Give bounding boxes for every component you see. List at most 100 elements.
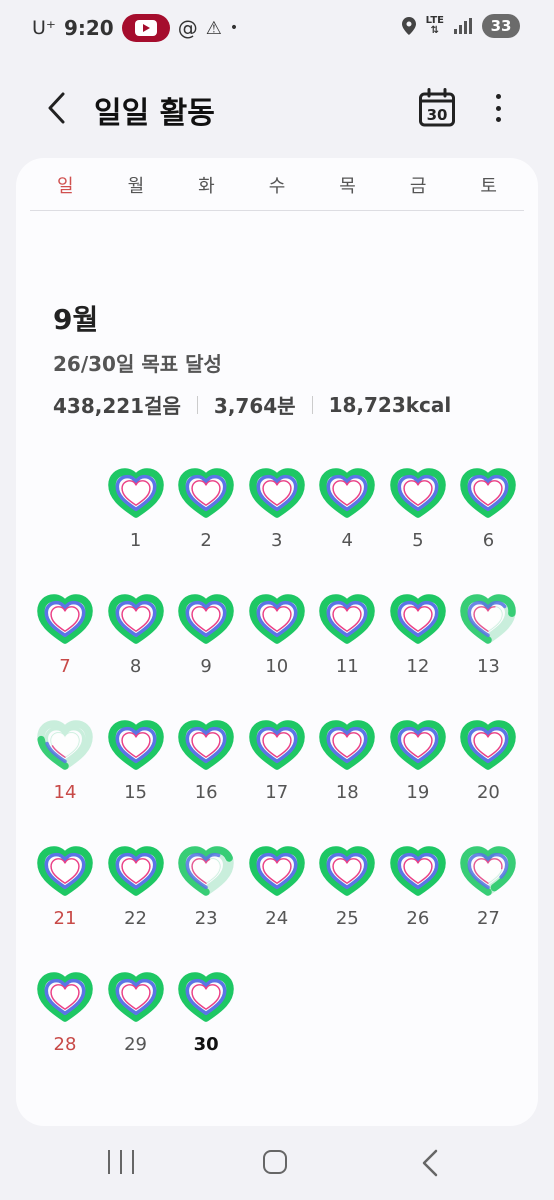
calendar-day-17[interactable]: 17 [242, 710, 312, 836]
calendar-day-21[interactable]: 21 [30, 836, 100, 962]
activity-heart-icon [178, 720, 234, 770]
activity-heart-icon [37, 846, 93, 896]
calendar-day-7[interactable]: 7 [30, 584, 100, 710]
weekday-tue: 화 [198, 176, 215, 197]
stat-divider [311, 395, 313, 414]
calendar-day-22[interactable]: 22 [101, 836, 171, 962]
calendar-day-18[interactable]: 18 [312, 710, 382, 836]
battery-indicator: 33 [482, 14, 520, 38]
recents-button[interactable] [108, 1150, 134, 1174]
activity-heart-icon [319, 846, 376, 896]
calendar-day-6[interactable]: 6 [453, 458, 523, 584]
month-title: 9월 [53, 303, 99, 336]
day-number: 16 [194, 782, 218, 803]
calendar-day-12[interactable]: 12 [383, 584, 453, 710]
threads-icon: @ [177, 16, 198, 40]
activity-heart-icon [107, 846, 164, 896]
day-number: 8 [129, 656, 142, 677]
activity-heart-icon [390, 594, 446, 644]
weekday-header: 일 월 화 수 목 금 토 [30, 172, 524, 211]
calendar-day-10[interactable]: 10 [242, 584, 312, 710]
carrier-label: U⁺ [32, 17, 56, 39]
lte-icon: LTE ⇅ [425, 15, 444, 36]
back-button[interactable] [36, 86, 76, 130]
calendar-button[interactable]: 30 [418, 88, 456, 128]
day-number: 9 [200, 656, 212, 677]
weekday-mon: 월 [127, 176, 145, 197]
activity-heart-icon [37, 594, 93, 644]
day-number: 13 [476, 656, 500, 677]
steps-total: 438,221걸음 [53, 394, 181, 418]
calendar-day-4[interactable]: 4 [312, 458, 382, 584]
activity-heart-icon [37, 720, 93, 770]
activity-heart-icon [248, 846, 305, 896]
day-number: 3 [270, 530, 283, 551]
calendar-day-16[interactable]: 16 [171, 710, 241, 836]
day-number: 23 [194, 908, 218, 929]
calendar-day-29[interactable]: 29 [101, 962, 171, 1088]
activity-heart-icon [178, 594, 234, 644]
activity-heart-icon [107, 720, 164, 770]
day-number: 11 [335, 656, 359, 677]
activity-heart-icon [107, 468, 164, 518]
more-options-button[interactable] [486, 90, 510, 126]
calendar-day-28[interactable]: 28 [30, 962, 100, 1088]
calendar-day-30[interactable]: 30 [171, 962, 241, 1088]
day-number: 5 [412, 530, 424, 551]
day-number: 6 [482, 530, 495, 551]
day-number: 18 [335, 782, 359, 803]
minutes-total: 3,764분 [213, 394, 296, 418]
calendar-day-8[interactable]: 8 [101, 584, 171, 710]
weekday-sun: 일 [57, 176, 74, 197]
day-number: 29 [124, 1034, 148, 1055]
calendar-day-26[interactable]: 26 [383, 836, 453, 962]
back-nav-button[interactable] [420, 1148, 440, 1178]
calendar-day-3[interactable]: 3 [242, 458, 312, 584]
day-number: 14 [53, 782, 77, 803]
status-bar: U⁺ 9:20 @ ⚠ • LTE ⇅ 33 [0, 0, 554, 56]
activity-heart-icon [460, 594, 517, 644]
calendar-day-13[interactable]: 13 [453, 584, 523, 710]
month-calendar: 1 2 3 4 5 6 7 8 9 10 11 12 13 14 15 16 17 18 19 20 21 22 23 24 2… [30, 458, 524, 1098]
day-number: 26 [406, 908, 430, 929]
chevron-left-icon [48, 92, 65, 124]
activity-heart-icon [460, 720, 517, 770]
page-title: 일일 활동 [94, 96, 215, 131]
calendar-day-14[interactable]: 14 [30, 710, 100, 836]
day-number: 27 [476, 908, 500, 929]
dot-icon: • [229, 20, 239, 36]
calendar-day-2[interactable]: 2 [171, 458, 241, 584]
day-number: 7 [59, 656, 71, 677]
app-header: 일일 활동 30 [0, 76, 554, 140]
weekday-sat: 토 [480, 176, 497, 197]
calendar-day-23[interactable]: 23 [171, 836, 241, 962]
calendar-day-9[interactable]: 9 [171, 584, 241, 710]
activity-heart-icon [390, 846, 446, 896]
calendar-day-1[interactable]: 1 [101, 458, 171, 584]
home-button[interactable] [263, 1150, 287, 1174]
day-number: 2 [200, 530, 212, 551]
day-number: 24 [265, 908, 289, 929]
calendar-day-15[interactable]: 15 [101, 710, 171, 836]
day-number: 30 [193, 1034, 219, 1055]
activity-heart-icon [319, 468, 376, 518]
day-number: 28 [53, 1034, 77, 1055]
signal-icon [454, 18, 472, 34]
stat-divider [196, 395, 198, 414]
calendar-day-20[interactable]: 20 [453, 710, 523, 836]
calendar-day-11[interactable]: 11 [312, 584, 382, 710]
day-number: 19 [406, 782, 430, 803]
calendar-day-5[interactable]: 5 [383, 458, 453, 584]
calendar-day-24[interactable]: 24 [242, 836, 312, 962]
calendar-day-27[interactable]: 27 [453, 836, 523, 962]
status-bar-left: U⁺ 9:20 @ ⚠ • [32, 14, 238, 42]
day-number: 17 [265, 782, 289, 803]
activity-heart-icon [460, 468, 517, 518]
status-bar-right: LTE ⇅ 33 [401, 14, 520, 38]
location-icon [401, 17, 416, 35]
calendar-day-25[interactable]: 25 [312, 836, 382, 962]
day-number: 12 [406, 656, 430, 677]
youtube-icon [121, 14, 170, 42]
calendar-day-19[interactable]: 19 [383, 710, 453, 836]
activity-heart-icon [178, 972, 234, 1022]
